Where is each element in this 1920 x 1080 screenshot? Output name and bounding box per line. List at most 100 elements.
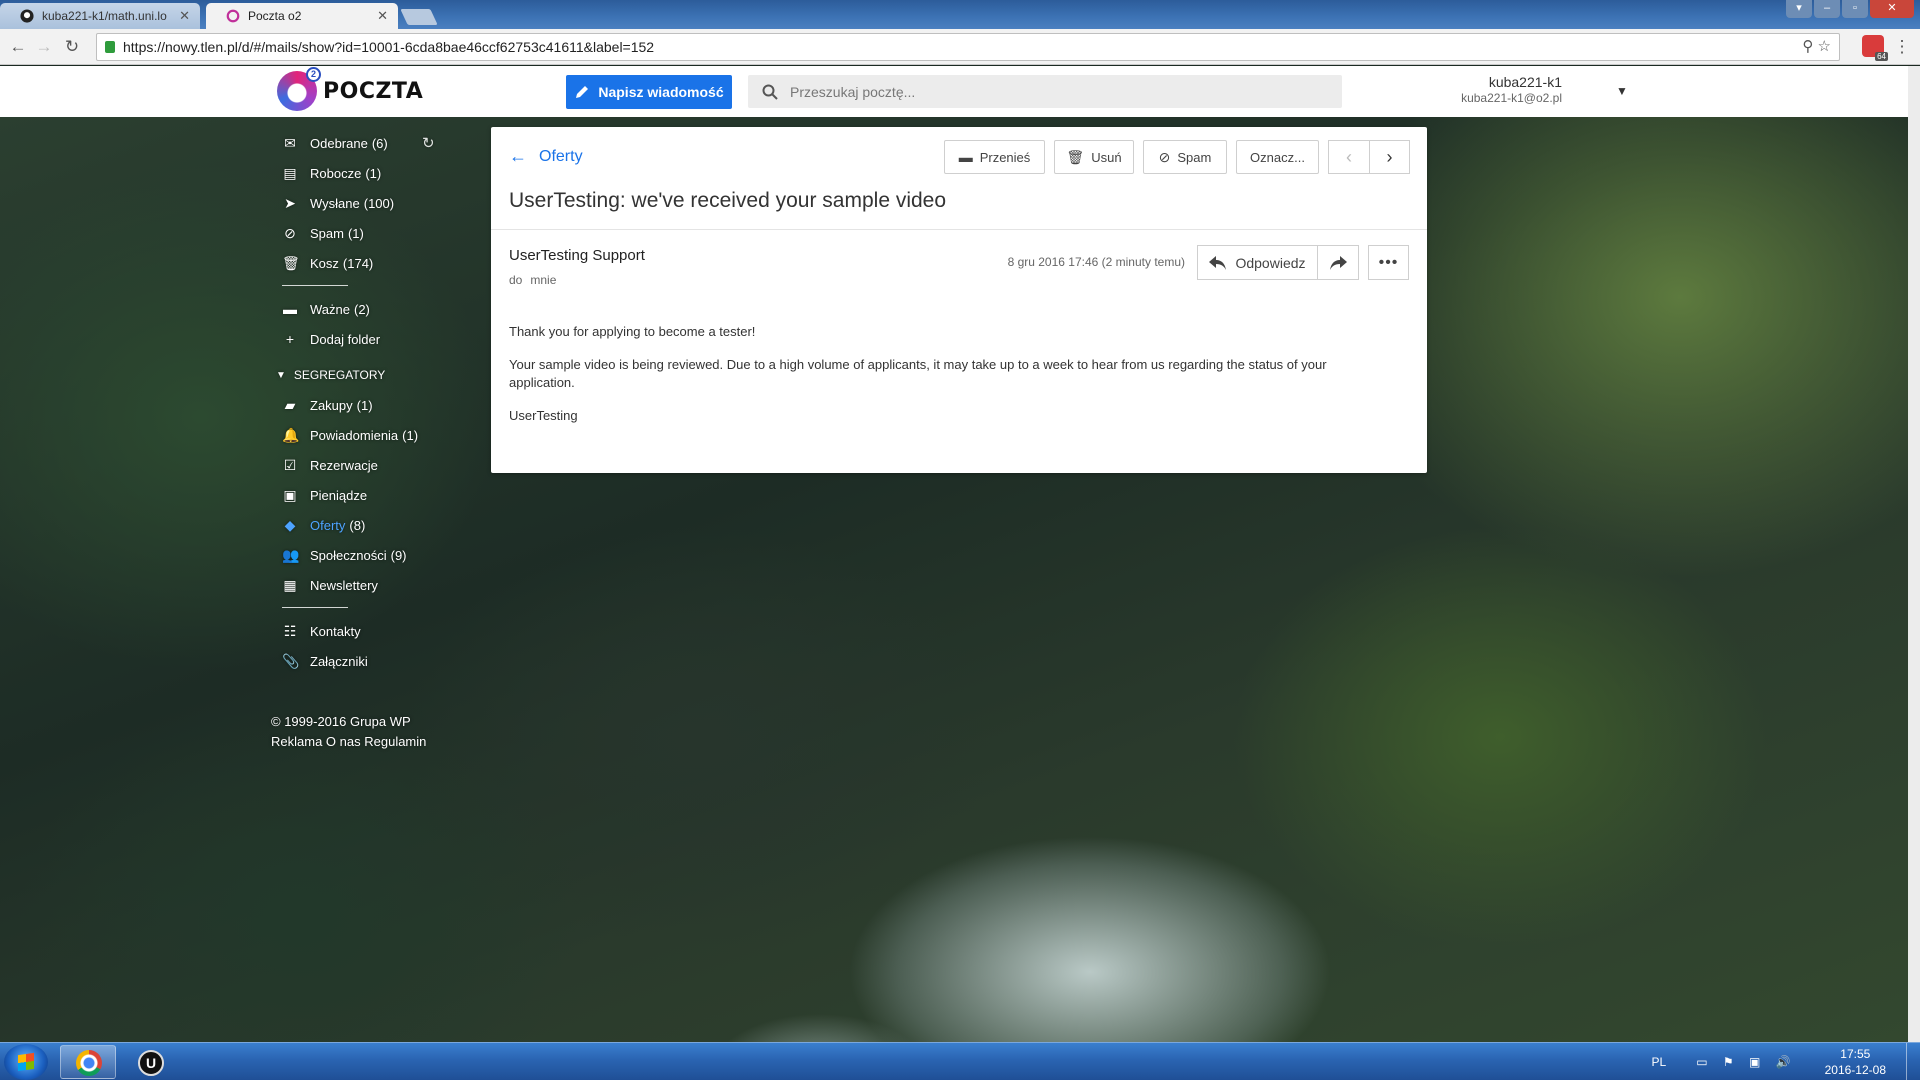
sidebar-item-odebrane[interactable]: ✉ Odebrane (6) ↻ [270, 128, 450, 158]
start-button[interactable] [4, 1044, 48, 1080]
extra-label: Kontakty [310, 623, 361, 639]
close-window-icon[interactable]: ✕ [1870, 0, 1914, 18]
url-text: https://nowy.tlen.pl/d/#/mails/show?id=1… [123, 39, 655, 55]
clock-time: 17:55 [1840, 1047, 1871, 1061]
show-desktop-button[interactable] [1906, 1043, 1920, 1080]
window-controls: ▾ – ▫ ✕ [1786, 0, 1914, 18]
spam-button[interactable]: ⊘ Spam [1143, 140, 1227, 174]
reload-icon[interactable]: ↻ [60, 35, 84, 59]
chevron-left-icon[interactable]: ‹ [1328, 140, 1369, 174]
binders-group-header[interactable]: ▼ SEGREGATORY [270, 360, 450, 390]
sidebar-item-wazne[interactable]: ▬ Ważne (2) [270, 294, 450, 324]
address-bar[interactable]: https://nowy.tlen.pl/d/#/mails/show?id=1… [96, 33, 1840, 61]
trash-icon: 🗑 [1066, 148, 1085, 165]
user-account[interactable]: kuba221-k1 kuba221-k1@o2.pl [1461, 74, 1562, 105]
folder-icon: ▬ [283, 301, 297, 317]
user-icon[interactable]: ▾ [1786, 0, 1812, 18]
sidebar-item-wyslane[interactable]: ➤ Wysłane (100) [270, 188, 450, 218]
footer-link-o-nas[interactable]: O nas [326, 734, 361, 749]
clock[interactable]: 17:55 2016-12-08 [1825, 1046, 1886, 1078]
tray-icons[interactable]: ▭ ⚑ ▣ 🔊 [1696, 1055, 1796, 1069]
menu-icon[interactable]: ⋮ [1890, 35, 1914, 59]
search-icon [762, 84, 778, 100]
sidebar-item-pieniadze[interactable]: ▣ Pieniądze [270, 480, 450, 510]
unreal-icon: U [138, 1050, 164, 1076]
o2-icon [226, 9, 240, 23]
binder-label: Społeczności [310, 547, 387, 563]
folder-count: (2) [353, 301, 370, 317]
footer-link-regulamin[interactable]: Regulamin [364, 734, 426, 749]
sidebar-item-spolecznosci[interactable]: 👥 Społeczności (9) [270, 540, 450, 570]
folder-count: (174) [342, 255, 374, 271]
sidebar-item-spam[interactable]: ⊘ Spam (1) [270, 218, 450, 248]
compose-button[interactable]: Napisz wiadomość [566, 75, 732, 109]
body-paragraph: UserTesting [509, 408, 578, 423]
close-icon[interactable]: ✕ [179, 8, 190, 24]
tag-icon: ◆ [284, 516, 296, 533]
reply-controls: Odpowiedz ••• [1197, 245, 1409, 280]
back-label: Oferty [539, 147, 583, 165]
delete-button[interactable]: 🗑 Usuń [1054, 140, 1134, 174]
tab-poczta[interactable]: Poczta o2 ✕ [206, 3, 398, 29]
tab-label: Poczta o2 [248, 9, 302, 23]
bookmark-star-icon[interactable]: ⚲ ☆ [1802, 37, 1831, 55]
header-divider [491, 229, 1427, 230]
binder-label: Pieniądze [310, 487, 368, 503]
footer-link-reklama[interactable]: Reklama [271, 734, 322, 749]
poczta-logo[interactable]: 2 POCZTA [277, 67, 424, 111]
close-icon[interactable]: ✕ [377, 8, 388, 24]
body-paragraph: Thank you for applying to become a teste… [509, 324, 756, 339]
bell-icon: 🔔 [282, 426, 300, 443]
more-options-button[interactable]: ••• [1368, 245, 1409, 280]
minimize-icon[interactable]: – [1814, 0, 1840, 18]
sidebar-item-powiadomienia[interactable]: 🔔 Powiadomienia (1) [270, 420, 450, 450]
back-to-folder-link[interactable]: ← Oferty [509, 146, 583, 167]
logo-text: POCZTA [323, 78, 424, 104]
browser-tabstrip: kuba221-k1/math.uni.lo ✕ Poczta o2 ✕ ▾ –… [0, 0, 1920, 29]
page-scrollbar[interactable] [1908, 66, 1920, 1042]
sidebar-item-rezerwacje[interactable]: ☑ Rezerwacje [270, 450, 450, 480]
folder-label: Kosz [310, 255, 339, 271]
language-indicator[interactable]: PL [1652, 1055, 1667, 1069]
refresh-icon[interactable]: ↻ [422, 134, 435, 152]
binder-count: (8) [349, 517, 366, 533]
new-tab-button[interactable] [400, 9, 438, 25]
forward-button[interactable] [1318, 245, 1359, 280]
folder-label: Dodaj folder [310, 331, 381, 347]
user-name: kuba221-k1 [1488, 74, 1562, 90]
spam-icon: ⊘ [284, 224, 296, 241]
draft-icon: ▤ [283, 164, 297, 181]
move-button[interactable]: ▬ Przenieś [944, 140, 1045, 174]
email-recipient: do mnie [509, 273, 564, 287]
sidebar-item-newslettery[interactable]: ▦ Newslettery [270, 570, 450, 600]
email-sender[interactable]: UserTesting Support [509, 247, 645, 264]
sidebar-item-zakupy[interactable]: ▰ Zakupy (1) [270, 390, 450, 420]
taskbar-unreal[interactable]: U [122, 1045, 178, 1079]
sidebar-item-oferty[interactable]: ◆ Oferty (8) [270, 510, 450, 540]
reply-button[interactable]: Odpowiedz [1197, 245, 1318, 280]
sidebar-item-kontakty[interactable]: ☷ Kontakty [270, 616, 450, 646]
calendar-icon: ☑ [283, 456, 297, 473]
binder-count: (1) [402, 427, 419, 443]
tab-github[interactable]: kuba221-k1/math.uni.lo ✕ [0, 3, 200, 29]
maximize-icon[interactable]: ▫ [1842, 0, 1868, 18]
user-email: kuba221-k1@o2.pl [1461, 91, 1562, 105]
sidebar-item-kosz[interactable]: 🗑 Kosz (174) [270, 248, 450, 278]
tab-label: kuba221-k1/math.uni.lo [42, 9, 167, 23]
search-box[interactable] [748, 75, 1342, 108]
to-name: mnie [530, 273, 557, 287]
sidebar-item-zalaczniki[interactable]: 📎 Załączniki [270, 646, 450, 676]
chevron-down-icon[interactable]: ▼ [1616, 84, 1628, 98]
extension-icon[interactable]: 64 [1862, 35, 1888, 61]
forward-icon[interactable]: → [32, 35, 56, 59]
search-input[interactable] [790, 83, 1310, 100]
mark-button[interactable]: Oznacz... [1236, 140, 1319, 174]
sidebar-item-add-folder[interactable]: + Dodaj folder [270, 324, 450, 354]
binder-label: Zakupy [310, 397, 353, 413]
to-prefix: do [509, 273, 523, 287]
sidebar-item-robocze[interactable]: ▤ Robocze (1) [270, 158, 450, 188]
taskbar-chrome[interactable] [60, 1045, 116, 1079]
chrome-icon [76, 1050, 102, 1076]
chevron-right-icon[interactable]: › [1369, 140, 1410, 174]
back-icon[interactable]: ← [6, 35, 30, 59]
